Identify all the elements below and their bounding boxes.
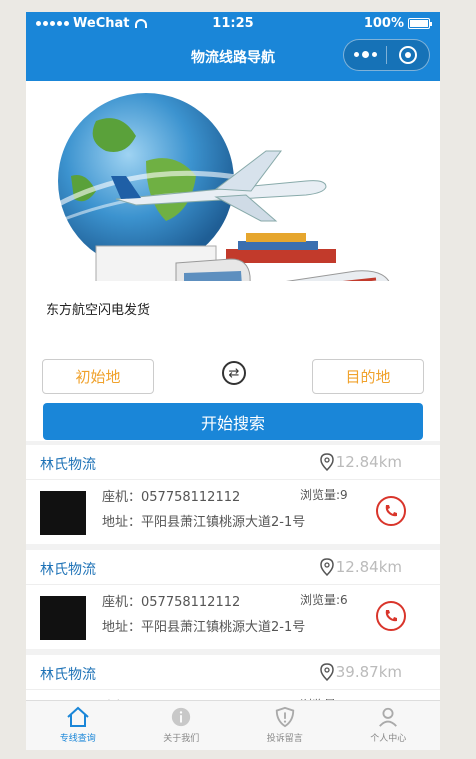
tab-complaints[interactable]: 投诉留言 bbox=[233, 701, 337, 750]
tab-label: 投诉留言 bbox=[266, 734, 303, 744]
start-search-button[interactable]: 开始搜索 bbox=[43, 403, 423, 440]
tab-label: 关于我们 bbox=[163, 734, 200, 744]
tab-profile[interactable]: 个人中心 bbox=[337, 701, 441, 750]
battery-status: 100% bbox=[363, 16, 432, 31]
tab-about-us[interactable]: 关于我们 bbox=[130, 701, 234, 750]
distance-value: 12.84km bbox=[335, 558, 402, 576]
listing-card[interactable]: 林氏物流 12.84km 座机：057758112112 浏览量:6 地址：平阳… bbox=[26, 550, 440, 649]
company-name[interactable]: 林氏物流 bbox=[40, 559, 96, 579]
person-icon bbox=[379, 707, 398, 727]
origin-button[interactable]: 初始地 bbox=[42, 359, 154, 394]
top-bar: WeChat 11:25 100% 物流线路导航 bbox=[26, 12, 440, 81]
home-icon bbox=[67, 706, 89, 727]
landline: 座机：057758112112 bbox=[102, 595, 241, 610]
shield-alert-icon bbox=[275, 706, 294, 728]
landline: 座机：057758112112 bbox=[102, 490, 241, 505]
tab-bar: 专线查询 关于我们 投诉留言 个人中心 bbox=[26, 700, 440, 750]
listing-header: 林氏物流 12.84km bbox=[26, 445, 440, 480]
battery-percent: 100% bbox=[363, 16, 404, 31]
company-name[interactable]: 林氏物流 bbox=[40, 454, 96, 474]
address: 地址：平阳县萧江镇桃源大道2-1号 bbox=[102, 515, 306, 530]
phone-screen: WeChat 11:25 100% 物流线路导航 东方航空闪电发货 初始地 ⇄ … bbox=[26, 12, 440, 750]
battery-icon bbox=[408, 18, 432, 29]
listing-card[interactable]: 林氏物流 12.84km 座机：057758112112 浏览量:9 地址：平阳… bbox=[26, 445, 440, 544]
notice-text: 东方航空闪电发货 bbox=[46, 303, 151, 318]
tab-label: 个人中心 bbox=[370, 734, 407, 744]
swap-arrows-icon[interactable]: ⇄ bbox=[222, 361, 246, 385]
view-count: 浏览量:6 bbox=[300, 593, 348, 607]
info-icon bbox=[172, 707, 191, 727]
qr-code-image[interactable] bbox=[40, 596, 86, 640]
destination-button[interactable]: 目的地 bbox=[312, 359, 424, 394]
distance-value: 12.84km bbox=[335, 453, 402, 471]
more-menu-icon[interactable] bbox=[344, 51, 386, 58]
tab-label: 专线查询 bbox=[59, 734, 96, 744]
distance: 39.87km bbox=[319, 663, 402, 681]
distance: 12.84km bbox=[319, 453, 402, 471]
listing-header: 林氏物流 39.87km bbox=[26, 655, 440, 690]
qr-code-image[interactable] bbox=[40, 491, 86, 535]
view-count: 浏览量:9 bbox=[300, 488, 348, 502]
distance: 12.84km bbox=[319, 558, 402, 576]
phone-call-icon[interactable] bbox=[376, 496, 406, 526]
address: 地址：平阳县萧江镇桃源大道2-1号 bbox=[102, 620, 306, 635]
location-pin-icon bbox=[319, 453, 334, 471]
location-pin-icon bbox=[319, 558, 334, 576]
close-miniprogram-icon[interactable] bbox=[387, 46, 429, 64]
nav-bar: 物流线路导航 bbox=[26, 36, 440, 81]
company-name[interactable]: 林氏物流 bbox=[40, 664, 96, 684]
location-pin-icon bbox=[319, 663, 334, 681]
logistics-banner-image bbox=[35, 93, 390, 281]
listing-header: 林氏物流 12.84km bbox=[26, 550, 440, 585]
distance-value: 39.87km bbox=[335, 663, 402, 681]
tab-route-search[interactable]: 专线查询 bbox=[26, 701, 130, 750]
miniprogram-capsule bbox=[343, 39, 430, 71]
status-bar: WeChat 11:25 100% bbox=[26, 12, 440, 36]
phone-call-icon[interactable] bbox=[376, 601, 406, 631]
hero-section: 东方航空闪电发货 初始地 ⇄ 目的地 开始搜索 bbox=[26, 81, 440, 441]
